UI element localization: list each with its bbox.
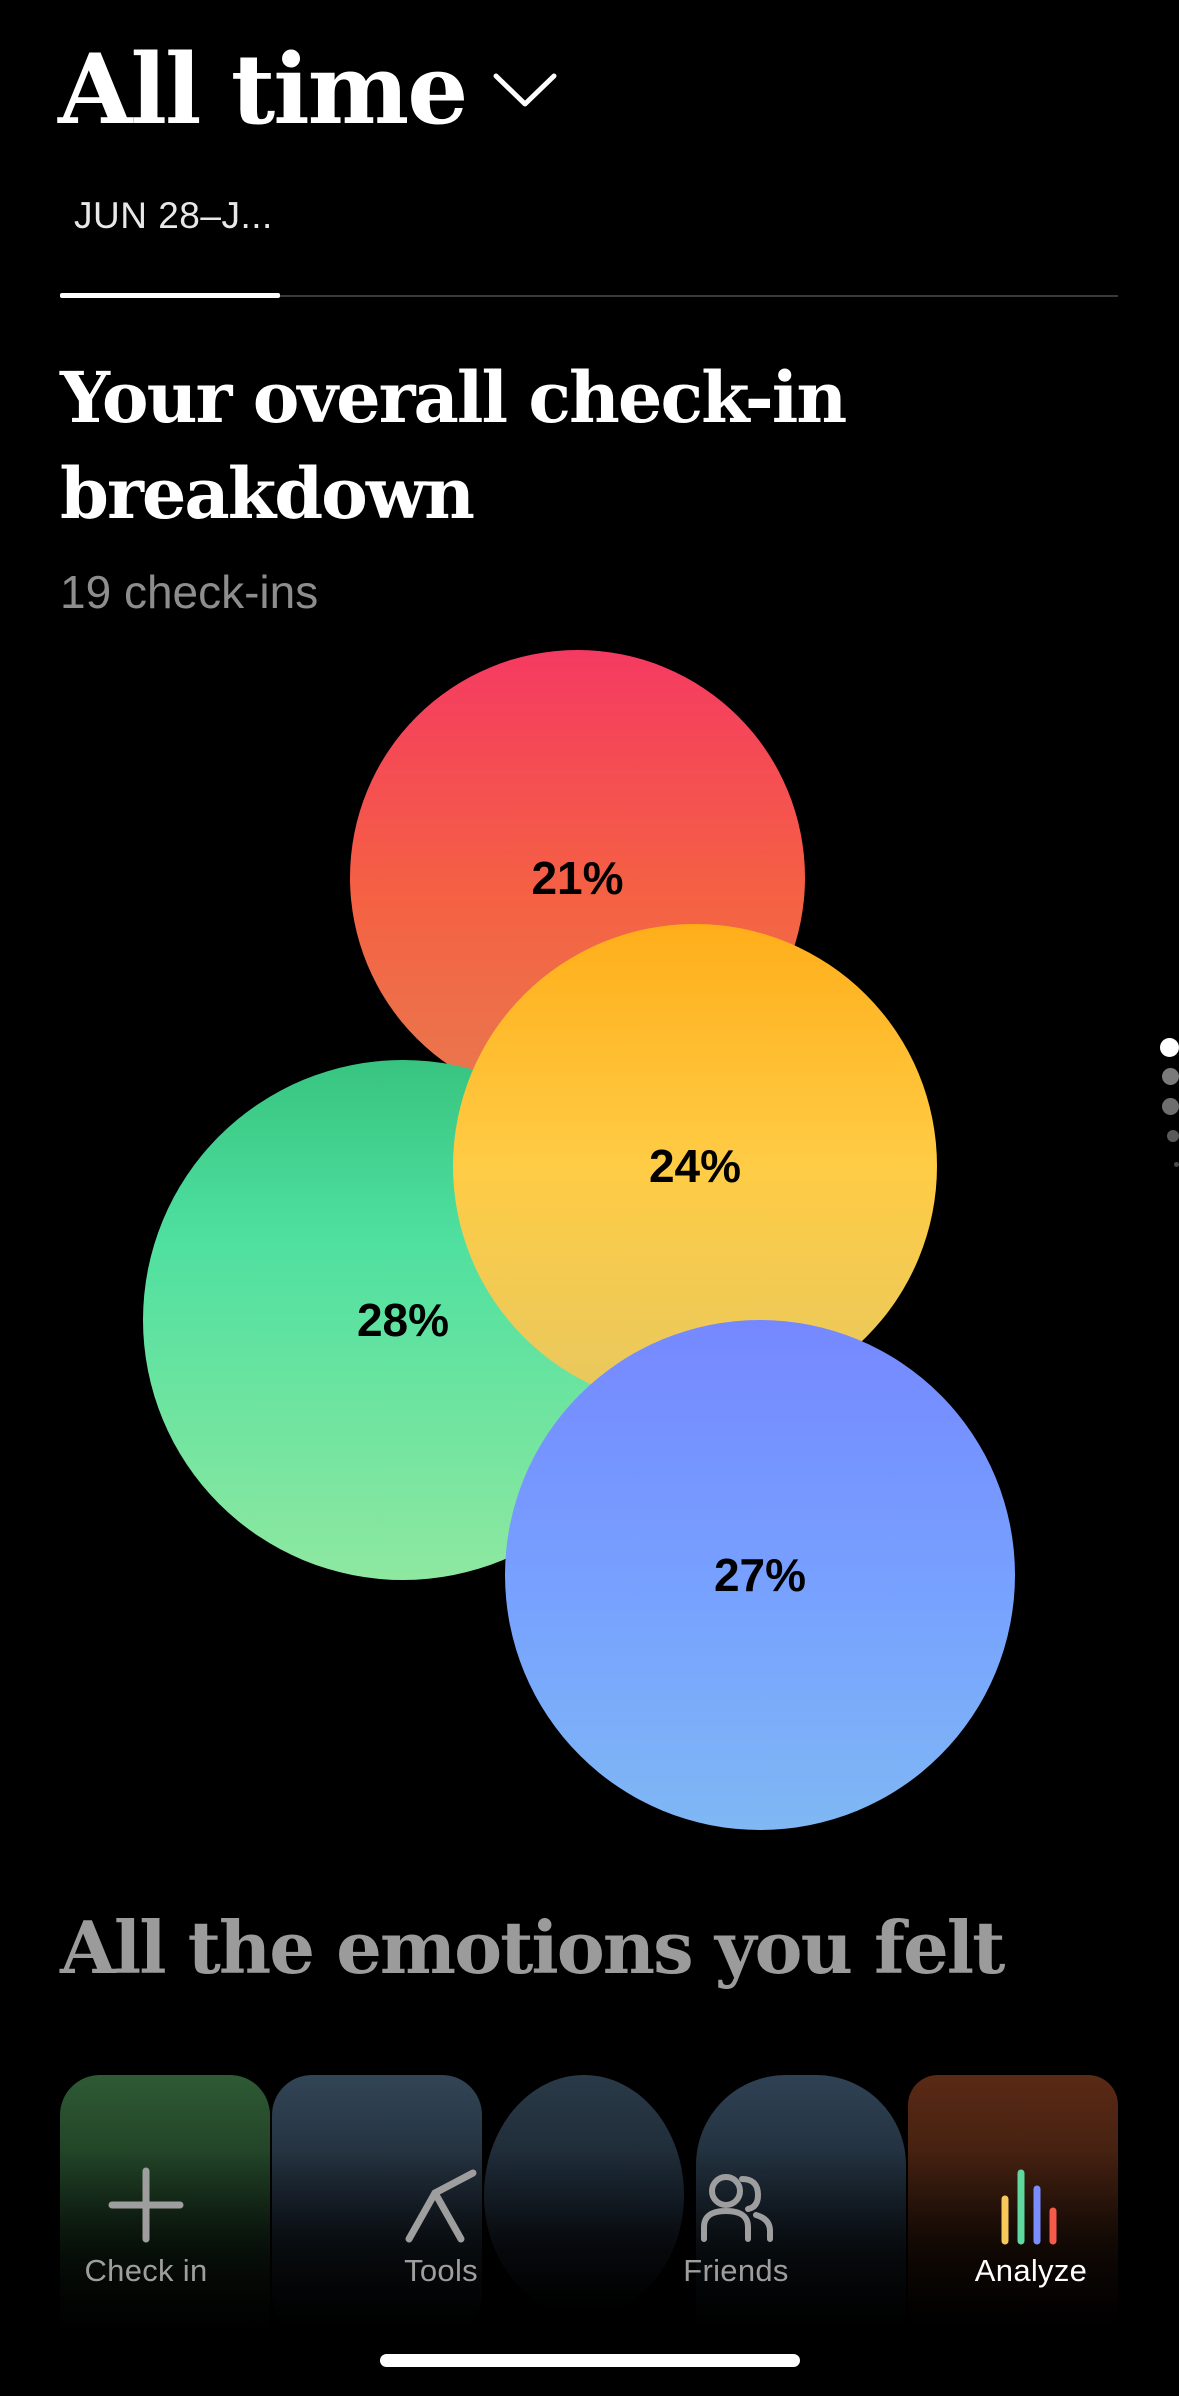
bubble-blue[interactable]: 27%	[505, 1320, 1015, 1830]
checkin-count: 19 check-ins	[60, 566, 319, 618]
bubble-label-red: 21%	[531, 851, 624, 904]
emotions-title: All the emotions you felt	[60, 1905, 1005, 1990]
friends-icon	[701, 2174, 773, 2242]
plus-icon	[108, 2167, 184, 2243]
section-title: Your overall check-in breakdown	[60, 356, 847, 535]
page-dot	[1160, 1038, 1179, 1057]
period-selector[interactable]: All time	[58, 30, 558, 150]
page-indicator[interactable]	[1160, 1038, 1179, 1173]
tab-active-indicator	[60, 293, 280, 298]
bubble-label-green: 28%	[356, 1294, 450, 1346]
tab-analyze[interactable]: Analyze	[911, 2165, 1151, 2295]
page-dot	[1162, 1098, 1179, 1115]
page-dot	[1162, 1068, 1179, 1085]
analyze-icon	[1001, 2169, 1057, 2245]
page-title: All time	[58, 33, 468, 146]
page-dot	[1167, 1130, 1179, 1142]
page-dot	[1174, 1162, 1179, 1167]
tab-tools[interactable]: Tools	[321, 2165, 561, 2295]
tab-check-in[interactable]: Check in	[26, 2165, 266, 2295]
tab-label-analyze: Analyze	[974, 2253, 1088, 2288]
tab-label-tools: Tools	[404, 2253, 478, 2288]
tab-label-check-in: Check in	[84, 2253, 208, 2288]
chevron-down-icon	[493, 73, 557, 107]
tab-label-friends: Friends	[683, 2253, 789, 2288]
bubble-label-blue: 27%	[713, 1549, 807, 1601]
date-range-tab[interactable]: JUN 28–J...	[74, 195, 273, 237]
tab-friends[interactable]: Friends	[616, 2165, 856, 2295]
home-indicator	[380, 2354, 800, 2367]
bubble-label-yellow: 24%	[648, 1140, 742, 1192]
tools-icon	[405, 2169, 477, 2243]
